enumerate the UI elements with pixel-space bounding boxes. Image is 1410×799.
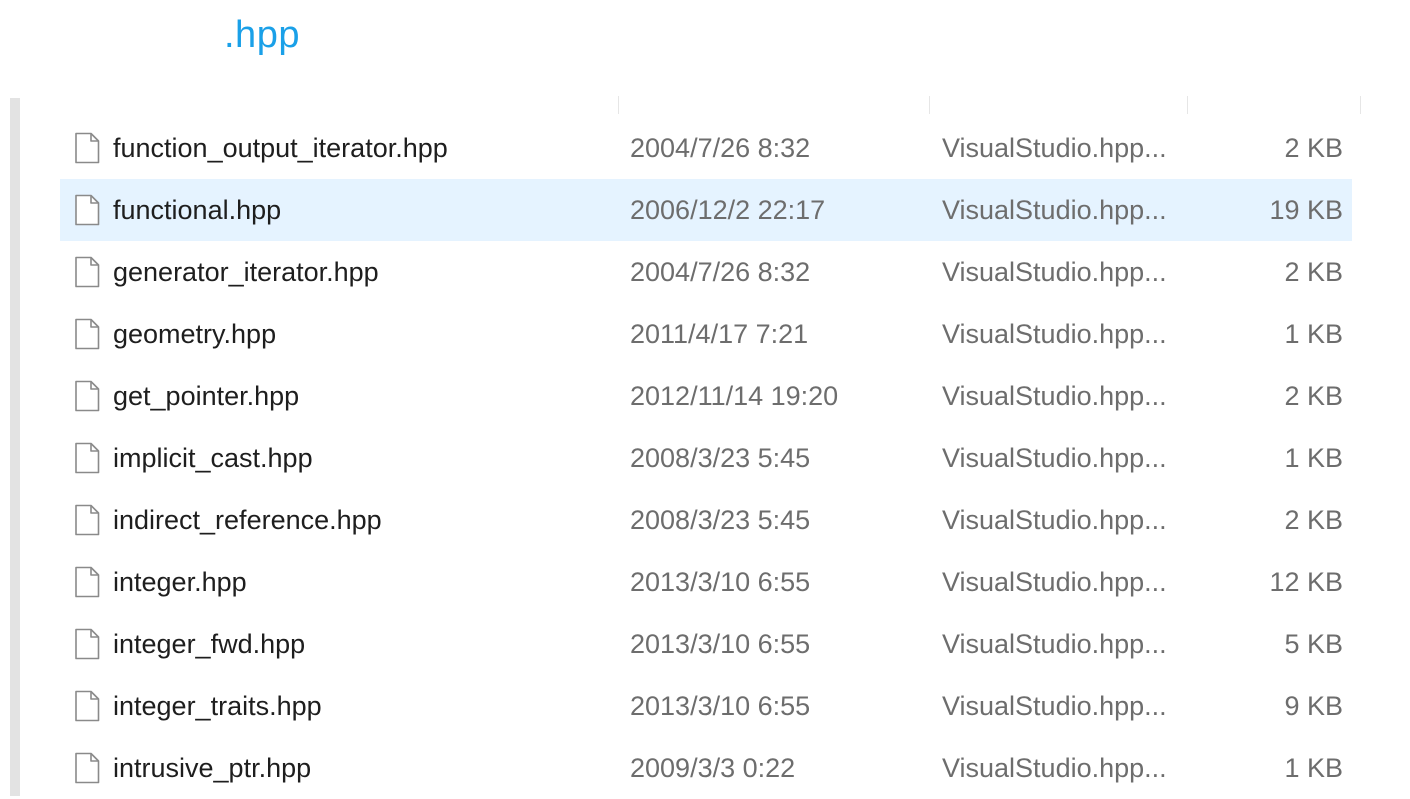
file-name: functional.hpp xyxy=(113,194,282,225)
file-name: get_pointer.hpp xyxy=(113,380,300,411)
file-name: integer.hpp xyxy=(113,566,247,597)
file-type: VisualStudio.hpp... xyxy=(942,318,1167,349)
file-size: 2 KB xyxy=(1284,380,1343,411)
file-size: 12 KB xyxy=(1269,566,1343,597)
file-list: function_output_iterator.hpp 2004/7/26 8… xyxy=(60,117,1352,799)
file-row[interactable]: get_pointer.hpp 2012/11/14 19:20 VisualS… xyxy=(60,365,1352,427)
file-size: 2 KB xyxy=(1284,256,1343,287)
file-date-modified: 2004/7/26 8:32 xyxy=(630,132,811,163)
file-name: integer_fwd.hpp xyxy=(113,628,306,659)
file-size: 2 KB xyxy=(1284,132,1343,163)
file-type: VisualStudio.hpp... xyxy=(942,628,1167,659)
file-row[interactable]: function_output_iterator.hpp 2004/7/26 8… xyxy=(60,117,1352,179)
file-date-modified: 2012/11/14 19:20 xyxy=(630,380,839,411)
file-name: indirect_reference.hpp xyxy=(113,504,382,535)
file-size: 1 KB xyxy=(1284,752,1343,783)
file-size: 1 KB xyxy=(1284,318,1343,349)
file-type: VisualStudio.hpp... xyxy=(942,132,1167,163)
file-type: VisualStudio.hpp... xyxy=(942,752,1167,783)
file-date-modified: 2013/3/10 6:55 xyxy=(630,690,811,721)
file-icon xyxy=(75,442,100,474)
file-row[interactable]: integer.hpp 2013/3/10 6:55 VisualStudio.… xyxy=(60,551,1352,613)
file-date-modified: 2013/3/10 6:55 xyxy=(630,566,811,597)
file-type: VisualStudio.hpp... xyxy=(942,256,1167,287)
file-date-modified: 2011/4/17 7:21 xyxy=(630,318,809,349)
column-header-separators xyxy=(0,96,1410,114)
file-date-modified: 2013/3/10 6:55 xyxy=(630,628,811,659)
file-icon xyxy=(75,256,100,288)
file-icon xyxy=(75,628,100,660)
file-row[interactable]: intrusive_ptr.hpp 2009/3/3 0:22 VisualSt… xyxy=(60,737,1352,799)
file-date-modified: 2004/7/26 8:32 xyxy=(630,256,811,287)
column-separator[interactable] xyxy=(1187,96,1188,114)
column-separator[interactable] xyxy=(929,96,930,114)
file-icon xyxy=(75,132,100,164)
file-icon xyxy=(75,752,100,784)
file-row[interactable]: integer_traits.hpp 2013/3/10 6:55 Visual… xyxy=(60,675,1352,737)
file-date-modified: 2008/3/23 5:45 xyxy=(630,442,811,473)
file-type: VisualStudio.hpp... xyxy=(942,504,1167,535)
file-name: implicit_cast.hpp xyxy=(113,442,313,473)
file-name: geometry.hpp xyxy=(113,318,277,349)
file-size: 9 KB xyxy=(1284,690,1343,721)
file-date-modified: 2008/3/23 5:45 xyxy=(630,504,811,535)
file-row-selected[interactable]: functional.hpp 2006/12/2 22:17 VisualStu… xyxy=(60,179,1352,241)
file-icon xyxy=(75,318,100,350)
file-name: generator_iterator.hpp xyxy=(113,256,379,287)
column-separator[interactable] xyxy=(618,96,619,114)
file-icon xyxy=(75,504,100,536)
file-size: 2 KB xyxy=(1284,504,1343,535)
file-size: 1 KB xyxy=(1284,442,1343,473)
file-row[interactable]: integer_fwd.hpp 2013/3/10 6:55 VisualStu… xyxy=(60,613,1352,675)
file-date-modified: 2006/12/2 22:17 xyxy=(630,194,826,225)
file-type: VisualStudio.hpp... xyxy=(942,690,1167,721)
column-separator[interactable] xyxy=(1360,96,1361,114)
file-type: VisualStudio.hpp... xyxy=(942,566,1167,597)
file-icon xyxy=(75,566,100,598)
page-title: .hpp xyxy=(224,14,300,56)
file-name: function_output_iterator.hpp xyxy=(113,132,448,163)
file-row[interactable]: indirect_reference.hpp 2008/3/23 5:45 Vi… xyxy=(60,489,1352,551)
file-icon xyxy=(75,380,100,412)
file-type: VisualStudio.hpp... xyxy=(942,442,1167,473)
file-name: intrusive_ptr.hpp xyxy=(113,752,312,783)
file-name: integer_traits.hpp xyxy=(113,690,322,721)
file-type: VisualStudio.hpp... xyxy=(942,380,1167,411)
scrollbar[interactable] xyxy=(10,98,20,796)
file-row[interactable]: generator_iterator.hpp 2004/7/26 8:32 Vi… xyxy=(60,241,1352,303)
file-size: 19 KB xyxy=(1269,194,1343,225)
file-row[interactable]: implicit_cast.hpp 2008/3/23 5:45 VisualS… xyxy=(60,427,1352,489)
file-type: VisualStudio.hpp... xyxy=(942,194,1167,225)
file-icon xyxy=(75,690,100,722)
file-date-modified: 2009/3/3 0:22 xyxy=(630,752,796,783)
file-size: 5 KB xyxy=(1284,628,1343,659)
file-icon xyxy=(75,194,100,226)
file-row[interactable]: geometry.hpp 2011/4/17 7:21 VisualStudio… xyxy=(60,303,1352,365)
